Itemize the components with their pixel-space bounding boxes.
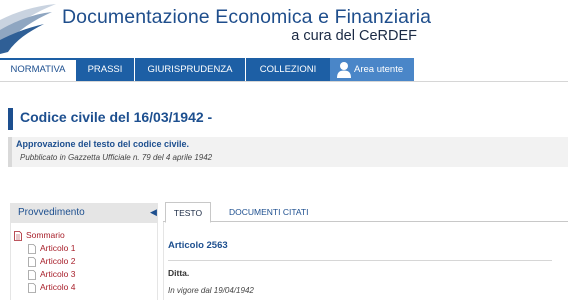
tree-item-label: Articolo 1	[40, 243, 76, 253]
tab-documenti-citati[interactable]: DOCUMENTI CITATI	[229, 202, 308, 222]
page-title: Codice civile del 16/03/1942 -	[20, 109, 213, 125]
user-area-button[interactable]: Area utente	[330, 58, 414, 81]
tab-testo[interactable]: TESTO	[165, 202, 211, 223]
document-icon	[28, 244, 36, 254]
tab-strip: TESTO DOCUMENTI CITATI	[163, 202, 568, 223]
article-title: Articolo 2563	[168, 240, 228, 251]
nav-divider-line	[0, 81, 568, 82]
tree-item-label: Sommario	[26, 230, 65, 240]
site-subtitle: a cura del CeRDEF	[291, 28, 417, 44]
site-title: Documentazione Economica e Finanziaria	[62, 6, 432, 28]
user-area-label: Area utente	[354, 64, 404, 75]
chevron-left-icon[interactable]: ◀	[150, 207, 157, 218]
approval-title: Approvazione del testo del codice civile…	[16, 139, 190, 149]
user-icon	[337, 62, 351, 78]
nav-item-collezioni[interactable]: COLLEZIONI	[246, 58, 330, 81]
title-accent-bar	[8, 108, 13, 130]
document-title-block: Codice civile del 16/03/1942 -	[8, 108, 568, 130]
sidebar-header[interactable]: Provvedimento ◀	[10, 203, 158, 223]
logo-swoosh-icon	[0, 0, 60, 54]
tree-item-label: Articolo 3	[40, 269, 76, 279]
article-heading: Ditta.	[168, 268, 190, 278]
nav-item-normativa[interactable]: NORMATIVA	[0, 58, 76, 81]
document-icon	[14, 231, 22, 241]
document-icon	[28, 270, 36, 280]
tree-item-label: Articolo 2	[40, 256, 76, 266]
content-divider	[168, 260, 552, 261]
nav-item-prassi[interactable]: PRASSI	[76, 58, 134, 81]
gazzetta-reference: Pubblicato in Gazzetta Ufficiale n. 79 d…	[20, 153, 213, 162]
in-force-date: In vigore dal 19/04/1942	[168, 286, 254, 295]
sidebar-header-label: Provvedimento	[18, 207, 85, 218]
main-nav: NORMATIVA PRASSI GIURISPRUDENZA COLLEZIO…	[0, 58, 568, 81]
site-header: Documentazione Economica e Finanziaria a…	[0, 0, 568, 58]
nav-item-giurisprudenza[interactable]: GIURISPRUDENZA	[135, 58, 245, 81]
document-icon	[28, 257, 36, 267]
document-icon	[28, 283, 36, 293]
tree-item-label: Articolo 4	[40, 282, 76, 292]
